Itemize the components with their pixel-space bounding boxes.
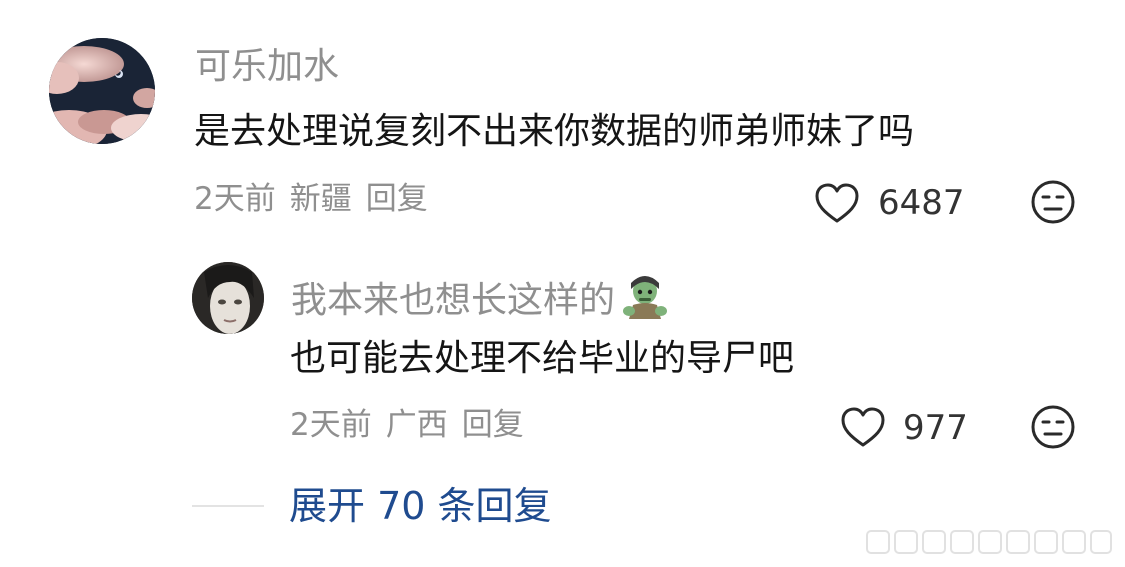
reply-username[interactable]: 我本来也想长这样的 <box>291 282 615 319</box>
like-count: 6487 <box>878 183 965 223</box>
expressionless-face-icon[interactable] <box>1030 179 1076 225</box>
reply-avatar[interactable] <box>192 262 264 334</box>
reply-location: 广西 <box>385 407 448 443</box>
heart-outline-icon[interactable] <box>840 406 886 448</box>
comment-username[interactable]: 可乐加水 <box>195 49 339 85</box>
reply-button[interactable]: 回复 <box>366 184 428 215</box>
comment-meta: 2天前 新疆 回复 <box>194 184 428 215</box>
divider <box>192 505 264 507</box>
avatar[interactable] <box>49 38 155 144</box>
reply-meta: 2天前 广西 回复 <box>290 410 524 441</box>
reply-like-count: 977 <box>903 408 968 448</box>
comment-time: 2天前 <box>194 181 276 217</box>
reply-text: 也可能去处理不给毕业的导尸吧 <box>290 338 795 379</box>
heart-outline-icon[interactable] <box>814 182 860 224</box>
expand-replies-button[interactable]: 展开 70 条回复 <box>289 487 552 525</box>
comment-location: 新疆 <box>289 181 352 217</box>
reply-time: 2天前 <box>290 407 372 443</box>
expressionless-face-icon[interactable] <box>1030 404 1076 450</box>
watermark-logo <box>865 527 1115 561</box>
zombie-emoji-icon <box>621 275 669 326</box>
reply-username-row: 我本来也想长这样的 <box>291 275 669 326</box>
reply-reply-button[interactable]: 回复 <box>462 410 524 441</box>
comment-text: 是去处理说复刻不出来你数据的师弟师妹了吗 <box>194 111 915 152</box>
